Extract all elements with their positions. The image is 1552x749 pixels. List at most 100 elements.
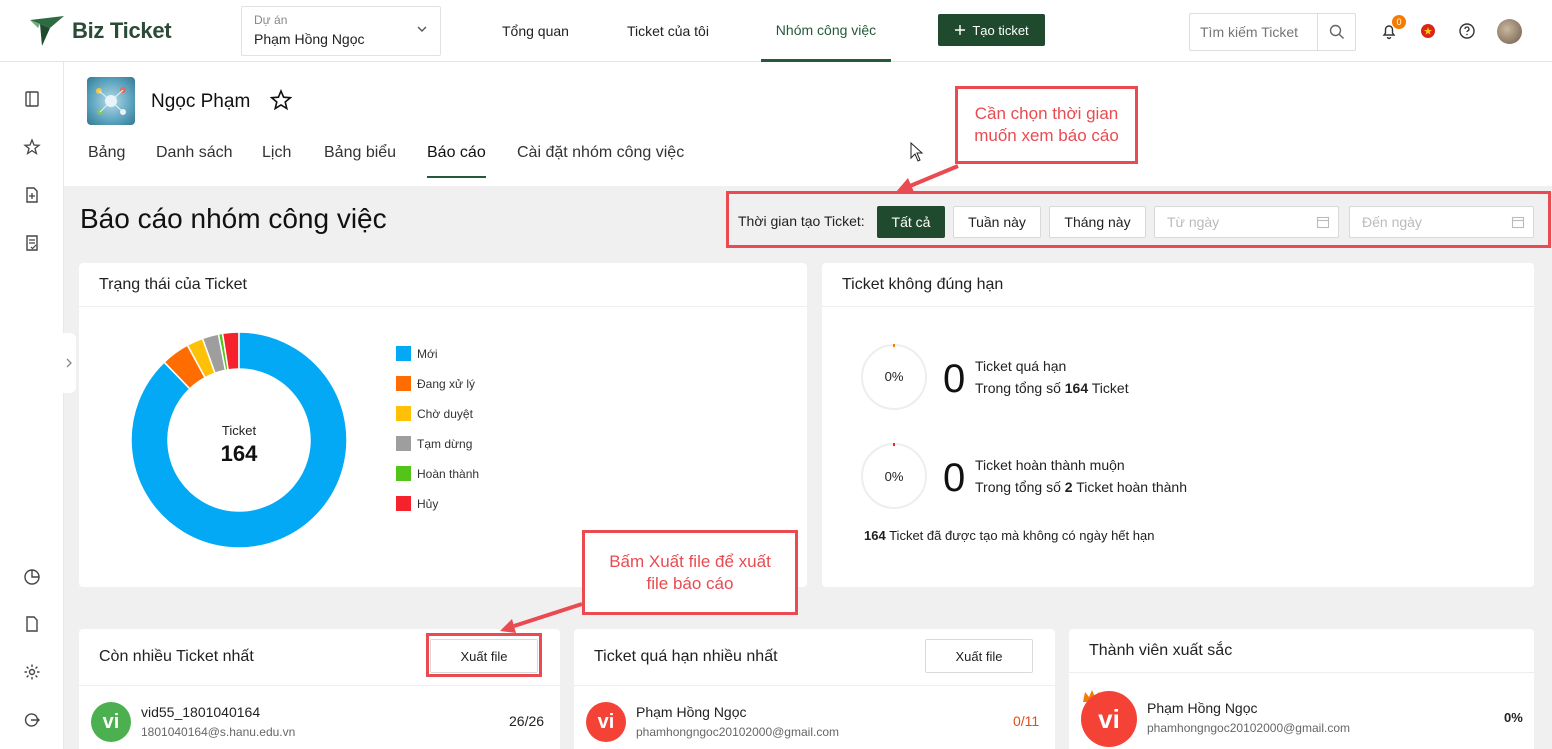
overdue-total-prefix: Trong tổng số	[975, 380, 1061, 396]
card-divider	[574, 685, 1055, 686]
legend-swatch	[396, 346, 411, 361]
arrow-to-export	[513, 602, 583, 628]
overdue-total-line: Trong tổng số 164 Ticket	[975, 380, 1129, 396]
project-logo	[87, 77, 135, 125]
export-highlight-box	[426, 633, 542, 677]
avatar: vi	[91, 702, 131, 742]
avatar: vi	[586, 702, 626, 742]
project-select-value: Phạm Hồng Ngọc	[254, 31, 365, 47]
legend-item-new[interactable]: Mới	[396, 346, 438, 361]
most-overdue-title: Ticket quá hạn nhiều nhất	[594, 648, 778, 665]
export-file-button[interactable]: Xuất file	[925, 639, 1033, 673]
member-name: vid55_1801040164	[141, 704, 261, 720]
late-total-prefix: Trong tổng số	[975, 479, 1061, 495]
tab-charts[interactable]: Bảng biểu	[324, 144, 396, 176]
card-divider	[1069, 672, 1534, 673]
document-icon[interactable]	[23, 615, 41, 633]
late-count: 0	[943, 456, 966, 500]
member-email: 1801040164@s.hanu.edu.vn	[141, 725, 296, 739]
add-file-icon[interactable]	[23, 186, 41, 204]
tab-list[interactable]: Danh sách	[156, 144, 233, 176]
member-score: 0%	[1504, 710, 1523, 725]
language-flag-icon[interactable]	[1419, 22, 1437, 40]
legend-item-pending[interactable]: Chờ duyệt	[396, 406, 473, 421]
nav-overview[interactable]: Tổng quan	[502, 0, 569, 62]
legend-label: Mới	[417, 346, 438, 361]
card-divider	[822, 306, 1534, 307]
nav-my-tickets[interactable]: Ticket của tôi	[627, 0, 709, 62]
tab-calendar[interactable]: Lịch	[262, 144, 291, 176]
late-label: Ticket hoàn thành muộn	[975, 457, 1125, 473]
donut-slice-Mới[interactable]	[130, 331, 348, 549]
notification-badge: 0	[1392, 15, 1406, 29]
top-members-card: Thành viên xuất sắc vi Phạm Hồng Ngọc ph…	[1069, 629, 1534, 749]
member-name: Phạm Hồng Ngọc	[1147, 700, 1258, 716]
legend-label: Tạm dừng	[417, 436, 473, 451]
export-callout: Bấm Xuất file để xuất file báo cáo	[582, 530, 798, 615]
late-total-line: Trong tổng số 2 Ticket hoàn thành	[975, 479, 1187, 495]
logo-text: Biz Ticket	[72, 18, 172, 43]
overdue-total-suffix: Ticket	[1091, 380, 1129, 396]
pie-chart-icon[interactable]	[23, 568, 41, 586]
member-email: phamhongngoc20102000@gmail.com	[636, 725, 839, 739]
legend-swatch	[396, 436, 411, 451]
no-deadline-note: 164 Ticket đã được tạo mà không có ngày …	[864, 528, 1154, 543]
chevron-right-icon	[66, 358, 72, 368]
most-tickets-title: Còn nhiều Ticket nhất	[99, 648, 254, 665]
tab-board[interactable]: Bảng	[88, 144, 125, 176]
overdue-percent: 0%	[884, 369, 904, 384]
donut-center-label: Ticket	[221, 423, 257, 438]
overdue-total: 164	[1064, 380, 1089, 396]
search-button[interactable]	[1317, 14, 1355, 50]
most-overdue-card: Ticket quá hạn nhiều nhất Xuất file vi P…	[574, 629, 1055, 749]
create-ticket-label: Tạo ticket	[972, 22, 1029, 38]
legend-item-paused[interactable]: Tạm dừng	[396, 436, 472, 451]
time-selection-callout: Cần chọn thời gian muốn xem báo cáo	[955, 86, 1138, 164]
overdue-card-title: Ticket không đúng hạn	[842, 276, 1004, 293]
overdue-label: Ticket quá hạn	[975, 358, 1067, 374]
left-sidebar	[0, 62, 64, 749]
legend-swatch	[396, 376, 411, 391]
legend-swatch	[396, 496, 411, 511]
star-icon[interactable]	[23, 138, 41, 156]
tab-group-settings[interactable]: Cài đặt nhóm công việc	[517, 144, 684, 176]
legend-item-in-progress[interactable]: Đang xử lý	[396, 376, 475, 391]
search-input[interactable]	[1190, 14, 1318, 50]
no-deadline-text: Ticket đã được tạo mà không có ngày hết …	[889, 528, 1155, 543]
donut-center-total: 164	[220, 441, 258, 466]
logout-icon[interactable]	[23, 711, 41, 729]
ticket-ratio: 26/26	[509, 713, 545, 729]
late-total-suffix: Ticket hoàn thành	[1076, 479, 1187, 495]
project-select[interactable]: Dự án Phạm Hồng Ngọc	[241, 6, 441, 56]
legend-label: Hoàn thành	[417, 466, 480, 481]
page-title: Báo cáo nhóm công việc	[80, 203, 387, 234]
create-ticket-button[interactable]: Tạo ticket	[938, 14, 1045, 46]
legend-item-cancelled[interactable]: Hủy	[396, 496, 438, 511]
sidebar-collapse-toggle[interactable]	[62, 333, 76, 393]
book-icon[interactable]	[23, 90, 41, 108]
user-avatar[interactable]	[1497, 19, 1522, 44]
overdue-ticket-card: Ticket không đúng hạn 0% 0 Ticket quá hạ…	[822, 263, 1534, 587]
logo[interactable]: Biz Ticket	[28, 14, 172, 48]
checklist-file-icon[interactable]	[23, 234, 41, 252]
legend-swatch	[396, 466, 411, 481]
project-name: Ngọc Phạm	[151, 91, 251, 112]
legend-swatch	[396, 406, 411, 421]
settings-gear-icon[interactable]	[23, 663, 41, 681]
legend-item-done[interactable]: Hoàn thành	[396, 466, 479, 481]
logo-icon	[30, 16, 64, 46]
project-logo-image	[96, 87, 126, 115]
top-members-title: Thành viên xuất sắc	[1089, 642, 1233, 659]
tab-reports[interactable]: Báo cáo	[427, 144, 486, 178]
legend-label: Chờ duyệt	[417, 406, 473, 421]
ticket-status-title: Trạng thái của Ticket	[99, 276, 247, 293]
project-select-label: Dự án	[254, 13, 288, 27]
filter-highlight-box	[726, 191, 1551, 248]
search-box	[1189, 13, 1356, 51]
nav-work-groups[interactable]: Nhóm công việc	[761, 0, 891, 62]
member-email: phamhongngoc20102000@gmail.com	[1147, 721, 1350, 735]
favorite-star-icon[interactable]	[270, 89, 292, 111]
late-total: 2	[1064, 479, 1073, 495]
help-icon[interactable]	[1458, 22, 1476, 40]
member-name: Phạm Hồng Ngọc	[636, 704, 747, 720]
